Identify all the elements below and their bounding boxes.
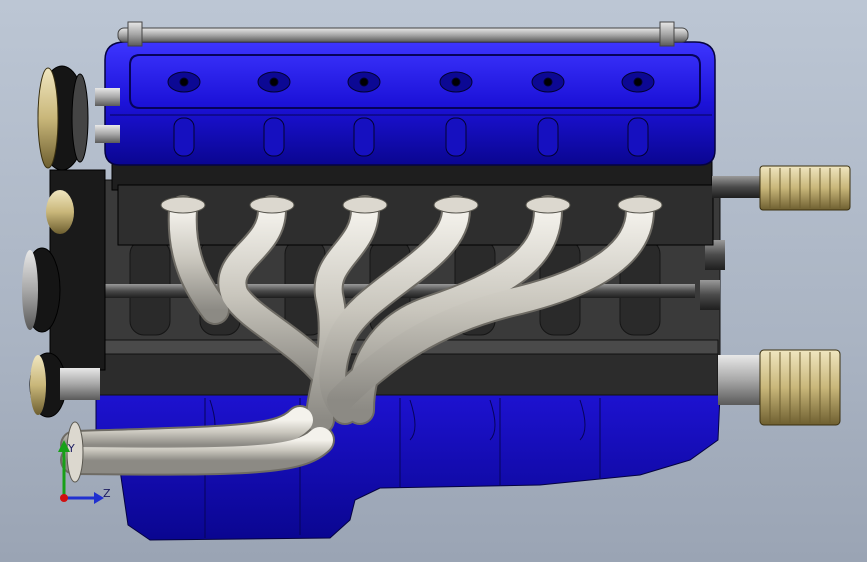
engine-model[interactable]: Y Z (0, 0, 867, 562)
oil-filter-upper[interactable] (712, 165, 851, 211)
y-axis-label: Y (67, 442, 75, 455)
valve-cover[interactable] (104, 21, 716, 166)
origin-marker (60, 494, 68, 502)
z-axis-label: Z (103, 487, 111, 500)
3d-viewport[interactable]: Y Z (0, 0, 867, 562)
oil-filter-lower[interactable] (718, 349, 841, 426)
